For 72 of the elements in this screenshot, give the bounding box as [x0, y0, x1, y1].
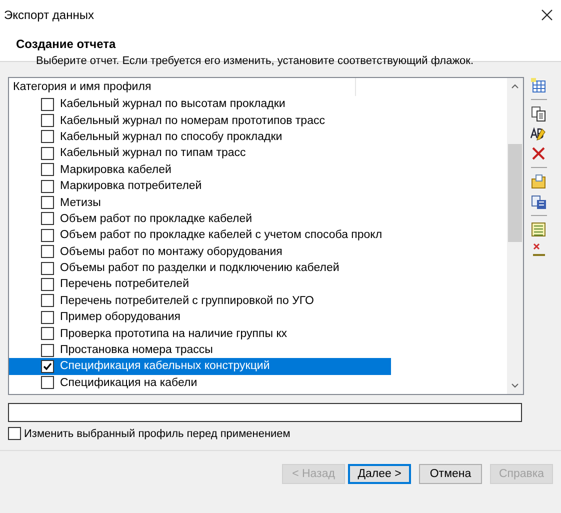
step-title: Создание отчета — [16, 37, 116, 51]
profile-item[interactable]: Перечень потребителей с группировкой по УГО — [9, 292, 391, 310]
scrollbar-thumb[interactable] — [508, 144, 522, 242]
folder-icon[interactable] — [530, 173, 547, 190]
profile-item[interactable]: Объемы работ по разделки и подключению кабелей — [9, 260, 391, 276]
profile-item[interactable]: Кабельный журнал по номерам прототипов трасс — [9, 112, 391, 129]
checkbox[interactable] — [41, 278, 54, 291]
checkbox[interactable] — [41, 327, 54, 340]
profile-item[interactable]: Объем работ по прокладке кабелей — [9, 210, 391, 228]
profile-item[interactable]: Пример оборудования — [9, 309, 391, 326]
profile-label: Метизы — [60, 196, 101, 209]
profile-label: Проверка прототипа на наличие группы кх — [60, 328, 287, 340]
checkbox[interactable] — [8, 427, 21, 440]
checkbox[interactable] — [41, 130, 54, 144]
profile-label: Объемы работ по монтажу оборудования — [60, 246, 282, 258]
checkbox[interactable] — [41, 212, 54, 226]
close-icon[interactable] — [539, 7, 555, 23]
export-icon[interactable] — [530, 193, 547, 210]
list-icon[interactable] — [530, 221, 547, 238]
profile-item[interactable]: Объемы работ по монтажу оборудования — [9, 244, 391, 260]
profile-item[interactable]: Простановка номера трассы — [9, 342, 391, 358]
profile-item[interactable]: Маркировка потребителей — [9, 178, 391, 194]
checkbox[interactable] — [41, 228, 54, 242]
profile-item[interactable]: Проверка прототипа на наличие группы кх — [9, 325, 391, 342]
checkbox[interactable] — [41, 376, 54, 390]
profile-label: Спецификация на кабели — [60, 376, 198, 389]
profile-label: Кабельный журнал по высотам прокладки — [60, 98, 286, 110]
profile-label: Кабельный журнал по номерам прототипов трасс — [60, 114, 325, 127]
column-header[interactable]: Категория и имя профиля — [9, 78, 356, 96]
profile-label: Объем работ по прокладке кабелей с учетом способа прокл — [60, 229, 382, 242]
profile-label: Перечень потребителей — [60, 278, 189, 290]
window-title: Экспорт данных — [4, 8, 94, 22]
checkbox[interactable] — [41, 245, 54, 258]
profile-item[interactable]: Спецификация на кабели — [9, 374, 391, 392]
checkbox[interactable] — [41, 196, 54, 210]
profile-item[interactable]: Кабельный журнал по типам трасс — [9, 145, 391, 162]
profile-label: Перечень потребителей с группировкой по УГО — [60, 294, 314, 307]
copy-icon[interactable] — [530, 105, 547, 122]
profile-label: Пример оборудования — [60, 311, 180, 324]
checkbox[interactable] — [41, 98, 54, 111]
profile-label: Объемы работ по разделки и подключению кабелей — [60, 262, 340, 274]
input-field[interactable] — [8, 403, 522, 422]
edit-profile-option[interactable]: Изменить выбранный профиль перед применением — [8, 427, 290, 440]
rename-icon[interactable] — [530, 125, 547, 142]
table-icon[interactable] — [530, 77, 547, 94]
profile-item[interactable]: Метизы — [9, 194, 391, 211]
checkbox[interactable] — [41, 360, 54, 373]
dialog-button[interactable]: Отмена — [419, 464, 482, 484]
checkbox[interactable] — [41, 294, 54, 308]
clear-icon[interactable] — [530, 241, 547, 258]
checkbox[interactable] — [41, 310, 54, 324]
checkbox[interactable] — [41, 344, 54, 357]
profile-label: Спецификация кабельных конструкций — [60, 360, 270, 372]
dialog-button[interactable]: Далее > — [348, 464, 411, 484]
profile-item[interactable]: Кабельный журнал по высотам прокладки — [9, 96, 391, 112]
profile-label: Кабельный журнал по способу прокладки — [60, 130, 282, 143]
profile-item[interactable]: Спецификация кабельных конструкций — [9, 358, 391, 375]
profile-item[interactable]: Перечень потребителей — [9, 276, 391, 293]
profile-label: Объем работ по прокладке кабелей — [60, 212, 252, 225]
profile-item[interactable]: Кабельный журнал по способу прокладки — [9, 128, 391, 146]
profile-label: Маркировка кабелей — [60, 164, 172, 176]
profile-label: Простановка номера трассы — [60, 344, 213, 356]
profile-item[interactable]: Объем работ по прокладке кабелей с учетом способа прокл — [9, 227, 391, 244]
checkbox[interactable] — [41, 180, 54, 193]
step-description: Выберите отчет. Если требуется его изменить, установите соответствующий флажок. — [36, 55, 474, 67]
checkbox[interactable] — [41, 163, 54, 176]
checkbox[interactable] — [41, 262, 54, 275]
checkbox[interactable] — [41, 146, 54, 160]
profile-label: Кабельный журнал по типам трасс — [60, 147, 246, 160]
checkbox[interactable] — [41, 114, 54, 128]
profile-item[interactable]: Маркировка кабелей — [9, 162, 391, 178]
profile-label: Маркировка потребителей — [60, 180, 202, 192]
